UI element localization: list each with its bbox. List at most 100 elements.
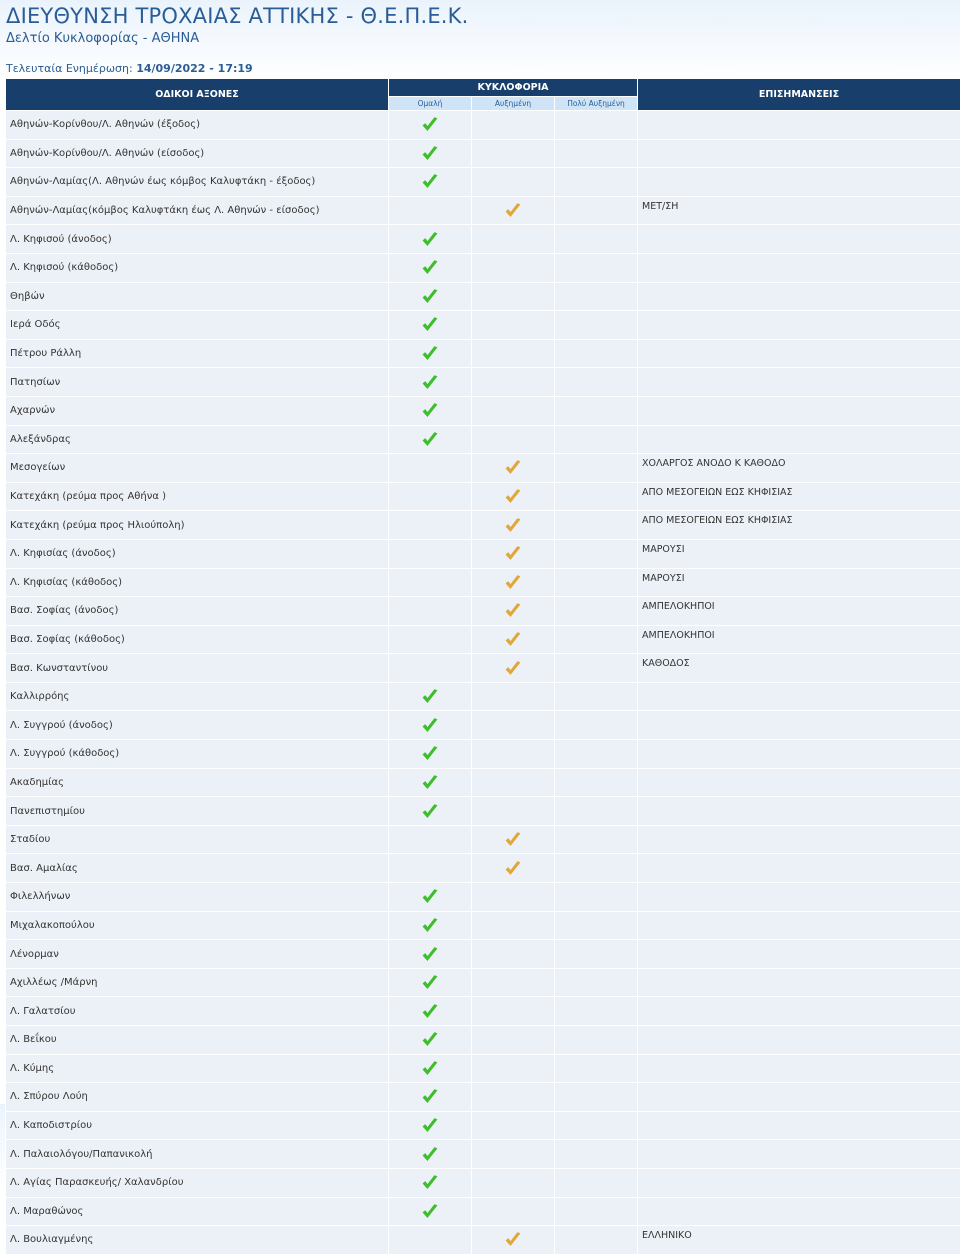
road-name: Βασ. Αμαλίας — [6, 854, 389, 883]
table-row: Αχαρνών — [6, 396, 960, 425]
note-cell — [638, 1026, 960, 1055]
check-green-icon — [421, 231, 439, 248]
status-cell-normal — [389, 168, 472, 197]
status-cell-very-increased — [555, 825, 638, 854]
status-cell-very-increased — [555, 425, 638, 454]
status-cell-very-increased — [555, 740, 638, 769]
status-cell-normal — [389, 597, 472, 626]
road-name: Λ. Σπύρου Λούη — [6, 1083, 389, 1112]
status-cell-very-increased — [555, 883, 638, 912]
status-cell-very-increased — [555, 968, 638, 997]
status-cell-increased — [472, 997, 555, 1026]
note-cell — [638, 883, 960, 912]
status-cell-very-increased — [555, 339, 638, 368]
status-cell-normal — [389, 253, 472, 282]
status-cell-very-increased — [555, 568, 638, 597]
check-green-icon — [421, 316, 439, 333]
status-cell-very-increased — [555, 311, 638, 340]
table-row: Βασ. Σοφίας (άνοδος)ΑΜΠΕΛΟΚΗΠΟΙ — [6, 597, 960, 626]
table-row: Λ. Κηφισού (άνοδος) — [6, 225, 960, 254]
check-orange-icon — [504, 660, 522, 677]
table-row: Λ. Κηφισού (κάθοδος) — [6, 253, 960, 282]
check-green-icon — [421, 402, 439, 419]
note-cell — [638, 1140, 960, 1169]
status-cell-normal — [389, 911, 472, 940]
check-green-icon — [421, 345, 439, 362]
table-row: Λ. Γαλατσίου — [6, 997, 960, 1026]
status-cell-normal — [389, 396, 472, 425]
check-green-icon — [421, 1031, 439, 1048]
status-cell-normal — [389, 454, 472, 483]
status-cell-normal — [389, 940, 472, 969]
status-cell-very-increased — [555, 1026, 638, 1055]
note-cell — [638, 282, 960, 311]
road-name: Θηβών — [6, 282, 389, 311]
note-cell: ΑΜΠΕΛΟΚΗΠΟΙ — [638, 597, 960, 626]
check-orange-icon — [504, 1231, 522, 1248]
status-cell-normal — [389, 682, 472, 711]
note-cell — [638, 139, 960, 168]
note-cell: ΑΠΟ ΜΕΣΟΓΕΙΩΝ ΕΩΣ ΚΗΦΙΣΙΑΣ — [638, 511, 960, 540]
status-cell-normal — [389, 654, 472, 683]
table-row: Βασ. Σοφίας (κάθοδος)ΑΜΠΕΛΟΚΗΠΟΙ — [6, 625, 960, 654]
status-cell-very-increased — [555, 854, 638, 883]
road-name: Πέτρου Ράλλη — [6, 339, 389, 368]
note-cell — [638, 825, 960, 854]
note-cell: ΜΕΤ/ΣΗ — [638, 196, 960, 225]
status-cell-increased — [472, 597, 555, 626]
check-green-icon — [421, 288, 439, 305]
table-row: Κατεχάκη (ρεύμα προς Αθήνα )ΑΠΟ ΜΕΣΟΓΕΙΩ… — [6, 482, 960, 511]
status-cell-very-increased — [555, 111, 638, 140]
check-orange-icon — [504, 602, 522, 619]
table-row: ΜεσογείωνΧΟΛΑΡΓΟΣ ΑΝΟΔΟ Κ ΚΑΘΟΔΟ — [6, 454, 960, 483]
status-cell-normal — [389, 368, 472, 397]
status-cell-very-increased — [555, 282, 638, 311]
status-cell-normal — [389, 568, 472, 597]
check-green-icon — [421, 374, 439, 391]
status-cell-increased — [472, 339, 555, 368]
status-cell-increased — [472, 740, 555, 769]
check-green-icon — [421, 1003, 439, 1020]
col-header-notes: ΕΠΙΣΗΜΑΝΣΕΙΣ — [638, 79, 960, 111]
status-cell-normal — [389, 854, 472, 883]
status-cell-normal — [389, 139, 472, 168]
subheader-normal: Ομαλή — [389, 97, 472, 111]
road-name: Ακαδημίας — [6, 768, 389, 797]
note-cell — [638, 1054, 960, 1083]
note-cell — [638, 940, 960, 969]
status-cell-normal — [389, 1111, 472, 1140]
check-green-icon — [421, 745, 439, 762]
road-name: Βασ. Σοφίας (κάθοδος) — [6, 625, 389, 654]
road-name: Λ. Κηφισού (κάθοδος) — [6, 253, 389, 282]
status-cell-normal — [389, 1083, 472, 1112]
road-name: Αλεξάνδρας — [6, 425, 389, 454]
road-name: Λ. Συγγρού (άνοδος) — [6, 711, 389, 740]
table-row: Πανεπιστημίου — [6, 797, 960, 826]
status-cell-increased — [472, 568, 555, 597]
check-orange-icon — [504, 860, 522, 877]
status-cell-very-increased — [555, 1054, 638, 1083]
status-cell-increased — [472, 282, 555, 311]
status-cell-very-increased — [555, 225, 638, 254]
status-cell-very-increased — [555, 1140, 638, 1169]
status-cell-very-increased — [555, 940, 638, 969]
status-cell-very-increased — [555, 139, 638, 168]
road-name: Λένορμαν — [6, 940, 389, 969]
note-cell: ΑΠΟ ΜΕΣΟΓΕΙΩΝ ΕΩΣ ΚΗΦΙΣΙΑΣ — [638, 482, 960, 511]
page-title: ΔΙΕΥΘΥΝΣΗ ΤΡΟΧΑΙΑΣ ΑΤΤΙΚΗΣ - Θ.Ε.Π.Ε.Κ. — [6, 4, 469, 28]
table-row: Αθηνών-Κορίνθου/Λ. Αθηνών (είσοδος) — [6, 139, 960, 168]
note-cell — [638, 797, 960, 826]
status-cell-very-increased — [555, 168, 638, 197]
check-green-icon — [421, 974, 439, 991]
status-cell-very-increased — [555, 682, 638, 711]
status-cell-normal — [389, 539, 472, 568]
status-cell-normal — [389, 1226, 472, 1255]
table-row: Λ. ΒουλιαγμένηςΕΛΛΗΝΙΚΟ — [6, 1226, 960, 1255]
status-cell-normal — [389, 1026, 472, 1055]
note-cell — [638, 711, 960, 740]
status-cell-increased — [472, 1054, 555, 1083]
col-header-traffic: ΚΥΚΛΟΦΟΡΙΑ — [389, 79, 638, 97]
status-cell-increased — [472, 854, 555, 883]
table-row: Λ. Συγγρού (κάθοδος) — [6, 740, 960, 769]
check-green-icon — [421, 145, 439, 162]
